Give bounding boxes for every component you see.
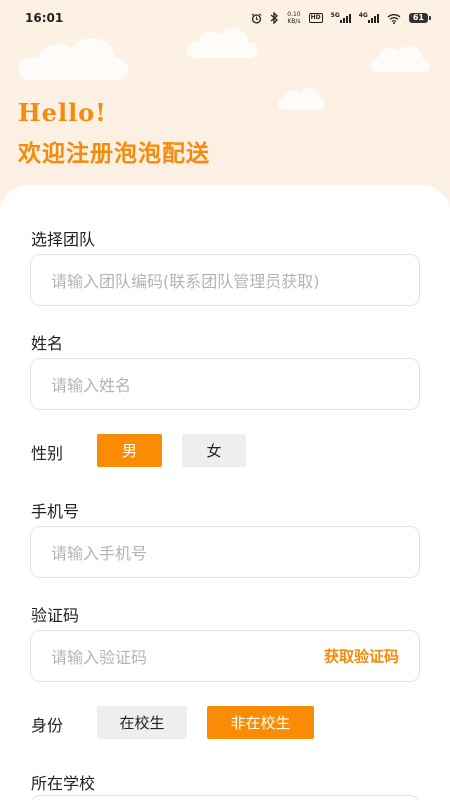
cloud-decoration xyxy=(18,38,128,80)
status-time: 16:01 xyxy=(25,11,64,25)
speed-value: 0.10 xyxy=(287,11,301,18)
phone-placeholder: 请输入手机号 xyxy=(51,544,148,563)
cloud-decoration xyxy=(186,28,258,58)
team-code-placeholder: 请输入团队编码(联系团队管理员获取) xyxy=(51,272,320,291)
code-label: 验证码 xyxy=(31,606,80,625)
identity-option-non-student[interactable]: 非在校生 xyxy=(207,706,314,739)
wifi-icon xyxy=(387,12,401,24)
signal-5g-icon: 5G xyxy=(331,12,351,24)
school-label: 所在学校 xyxy=(31,774,96,793)
welcome-title: 欢迎注册泡泡配送 xyxy=(18,141,210,167)
identity-option-student[interactable]: 在校生 xyxy=(97,706,187,739)
team-code-input[interactable]: 请输入团队编码(联系团队管理员获取) xyxy=(30,254,420,306)
status-icons: 0.10 KB/s HD 5G 4G 61 xyxy=(251,11,432,25)
cloud-decoration xyxy=(278,88,326,110)
school-select[interactable] xyxy=(30,795,420,800)
hd-icon: HD xyxy=(308,13,323,23)
net-4g-label: 4G xyxy=(358,11,368,19)
get-code-button[interactable]: 获取验证码 xyxy=(324,646,399,667)
cloud-decoration xyxy=(370,46,430,72)
name-input[interactable]: 请输入姓名 xyxy=(30,358,420,410)
status-bar: 16:01 0.10 KB/s HD 5G 4G 61 xyxy=(0,0,450,36)
net-5g-label: 5G xyxy=(330,11,340,19)
team-label: 选择团队 xyxy=(31,230,96,249)
speed-unit: KB/s xyxy=(287,18,301,25)
battery-icon: 61 xyxy=(408,13,432,23)
signal-4g-icon: 4G xyxy=(359,12,379,24)
phone-input[interactable]: 请输入手机号 xyxy=(30,526,420,578)
name-label: 姓名 xyxy=(31,334,64,353)
verification-code-input[interactable]: 请输入验证码 获取验证码 xyxy=(30,630,420,682)
network-speed: 0.10 KB/s xyxy=(287,11,300,25)
hello-heading: Hello! xyxy=(18,98,107,127)
phone-label: 手机号 xyxy=(31,502,80,521)
name-placeholder: 请输入姓名 xyxy=(51,376,132,395)
identity-label: 身份 xyxy=(31,716,64,735)
alarm-icon xyxy=(251,12,262,24)
gender-option-female[interactable]: 女 xyxy=(182,434,246,467)
gender-label: 性别 xyxy=(31,444,64,463)
gender-option-male[interactable]: 男 xyxy=(97,434,162,467)
bluetooth-icon xyxy=(270,12,279,24)
code-placeholder: 请输入验证码 xyxy=(51,648,148,667)
